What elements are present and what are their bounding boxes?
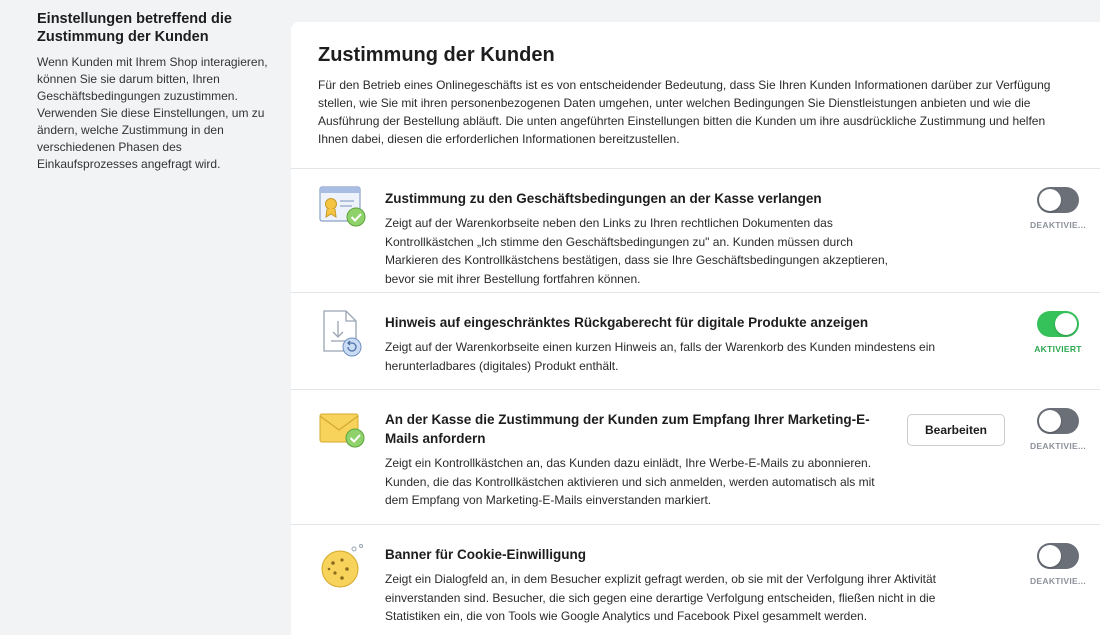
toggle-knob	[1039, 410, 1061, 432]
setting-content: Banner für Cookie-Einwilligung Zeigt ein…	[385, 545, 965, 626]
setting-content: Hinweis auf eingeschränktes Rückgaberech…	[385, 313, 965, 375]
setting-content: An der Kasse die Zustimmung der Kunden z…	[385, 410, 885, 510]
toggle-knob	[1039, 189, 1061, 211]
setting-description: Zeigt auf der Warenkorbseite neben den L…	[385, 216, 888, 286]
status-label: DEAKTIVIE...	[1029, 441, 1087, 451]
setting-description: Zeigt ein Kontrollkästchen an, das Kunde…	[385, 456, 875, 507]
cookie-icon	[318, 541, 370, 593]
digital-returns-toggle[interactable]	[1037, 311, 1079, 337]
toggle-group: DEAKTIVIE...	[1026, 408, 1090, 451]
setting-row-cookie-banner: Banner für Cookie-Einwilligung Zeigt ein…	[291, 525, 1100, 635]
setting-description: Zeigt auf der Warenkorbseite einen kurze…	[385, 340, 936, 373]
setting-title: Banner für Cookie-Einwilligung	[385, 547, 587, 562]
setting-title: An der Kasse die Zustimmung der Kunden z…	[385, 412, 870, 446]
panel-intro: Für den Betrieb eines Onlinegeschäfts is…	[318, 78, 1051, 146]
cookie-banner-toggle[interactable]	[1037, 543, 1079, 569]
setting-content: Zustimmung zu den Geschäftsbedingungen a…	[385, 189, 905, 288]
setting-title: Zustimmung zu den Geschäftsbedingungen a…	[385, 191, 822, 206]
status-label: AKTIVIERT	[1034, 344, 1082, 354]
setting-title: Hinweis auf eingeschränktes Rückgaberech…	[385, 315, 869, 330]
panel-header: Zustimmung der Kunden Für den Betrieb ei…	[291, 22, 1100, 169]
sidebar: Einstellungen betreffend die Zustimmung …	[37, 10, 282, 173]
certificate-check-icon	[318, 183, 370, 235]
setting-row-terms: Zustimmung zu den Geschäftsbedingungen a…	[291, 169, 1100, 293]
page-title: Zustimmung der Kunden	[318, 44, 555, 66]
sidebar-title: Einstellungen betreffend die Zustimmung …	[37, 11, 232, 45]
toggle-knob	[1039, 545, 1061, 567]
toggle-group: AKTIVIERT	[1026, 311, 1090, 354]
terms-toggle[interactable]	[1037, 187, 1079, 213]
toggle-group: DEAKTIVIE...	[1026, 187, 1090, 230]
edit-button[interactable]: Bearbeiten	[907, 414, 1005, 446]
envelope-check-icon	[318, 408, 370, 460]
toggle-knob	[1055, 313, 1077, 335]
marketing-emails-toggle[interactable]	[1037, 408, 1079, 434]
download-return-icon	[318, 307, 370, 359]
setting-description: Zeigt ein Dialogfeld an, in dem Besucher…	[385, 572, 936, 623]
setting-row-digital-returns: Hinweis auf eingeschränktes Rückgaberech…	[291, 293, 1100, 390]
toggle-group: DEAKTIVIE...	[1026, 543, 1090, 586]
status-label: DEAKTIVIE...	[1029, 220, 1087, 230]
setting-row-marketing-emails: An der Kasse die Zustimmung der Kunden z…	[291, 390, 1100, 525]
status-label: DEAKTIVIE...	[1029, 576, 1087, 586]
sidebar-description: Wenn Kunden mit Ihrem Shop interagieren,…	[37, 55, 268, 171]
customer-consent-panel: Zustimmung der Kunden Für den Betrieb ei…	[291, 22, 1100, 635]
